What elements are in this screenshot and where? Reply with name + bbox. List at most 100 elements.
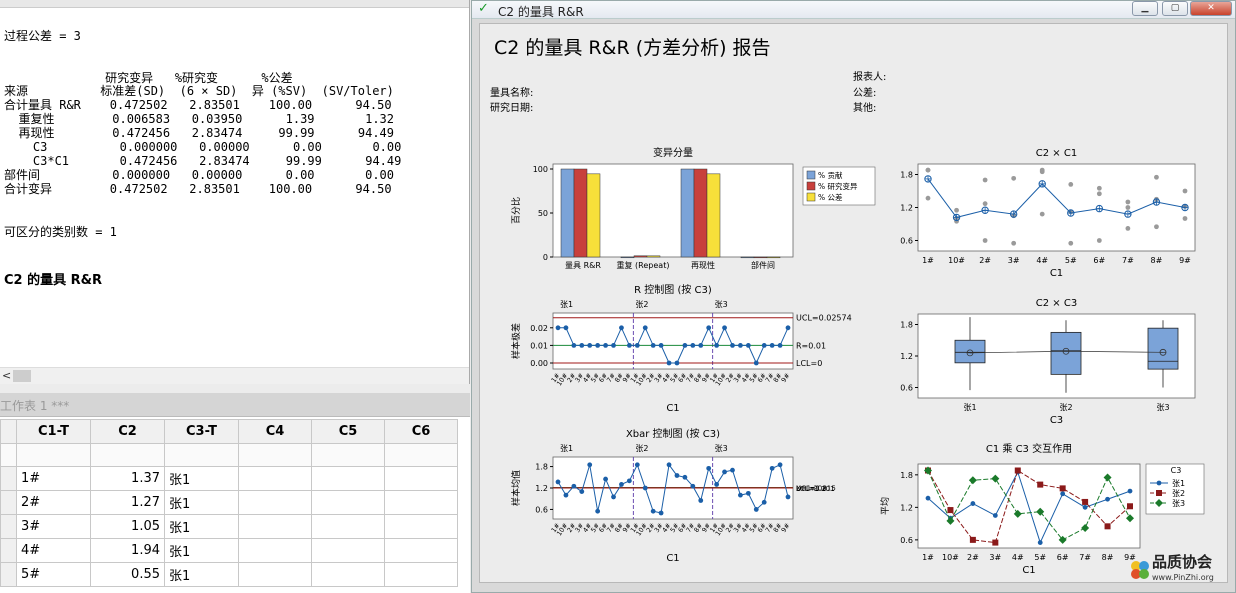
data-point [992,539,999,546]
bar [753,256,768,259]
maximize-button[interactable]: ▢ [1162,1,1188,16]
legend-swatch [806,181,816,191]
individual-point [982,201,988,207]
x-tick-label: 8# [1102,553,1114,562]
data-point [690,343,696,348]
column-header[interactable]: C1-T [16,419,91,444]
cell[interactable]: 4# [16,538,91,563]
bar [766,256,781,259]
y-tick-label: 0.00 [530,359,548,368]
scroll-left-icon[interactable]: < [2,369,11,382]
worksheet-window: 工作表 1 *** C1-T C2 C3-T C4 C5 C6 1# 1.37 … [0,393,470,593]
table-row: 2# 1.27 张1 [0,490,458,515]
data-point [634,462,640,468]
cell[interactable]: 张1 [164,514,239,539]
cell[interactable]: 1.05 [90,514,165,539]
categories-line: 可区分的类别数 = 1 [4,225,117,239]
data-point [714,343,720,348]
data-point [730,467,735,473]
y-tick-label: 0.6 [900,237,913,246]
group-label: 张1 [560,300,573,309]
data-point [1156,480,1162,486]
center-label: R=0.01 [796,341,826,350]
data-point [571,343,577,348]
y-tick-label: 0.6 [900,384,913,393]
session-topbar [0,0,469,8]
column-header[interactable]: C6 [384,419,458,444]
individual-point [1125,226,1131,231]
cell[interactable]: 张1 [164,466,239,491]
x-axis-label: C1 [666,403,679,414]
data-point [642,325,648,331]
graph-window-titlebar[interactable]: ✓ C2 的量具 R&R ▁ ▢ ✕ [472,1,1235,19]
data-point [706,325,712,331]
x-axis-label: C1 [1022,565,1035,576]
cell[interactable]: 0.55 [90,562,165,587]
cell[interactable]: 5# [16,562,91,587]
scroll-thumb[interactable] [13,370,31,382]
data-point [634,343,640,348]
cell[interactable]: 1# [16,466,91,491]
data-point [666,462,672,468]
y-tick-label: 0.6 [535,505,548,514]
table-row: 再现性 0.472456 2.83474 99.99 94.49 [4,126,395,140]
column-header[interactable]: C5 [311,419,385,444]
cell[interactable]: 1.27 [90,490,165,515]
data-point [769,465,775,471]
cell[interactable]: 张1 [164,490,239,515]
y-tick-label: 1.2 [535,484,548,493]
individual-point [1096,191,1102,197]
cell[interactable]: 1.37 [90,466,165,491]
data-point [587,343,593,348]
graph-window: ✓ C2 的量具 R&R ▁ ▢ ✕ C2 的量具 R&R (方差分析) 报告量… [471,0,1236,593]
data-point [579,489,585,494]
cell[interactable]: 1.94 [90,538,165,563]
data-point [690,483,696,489]
table-row: 3# 1.05 张1 [0,514,458,539]
data-point [611,343,616,348]
data-point [1014,467,1021,474]
legend-swatch [806,192,816,202]
legend-entry: 张2 [1172,489,1185,498]
data-point [992,513,998,518]
data-point [722,469,727,475]
x-tick-label: 2# [979,256,991,265]
chart-title: C1 乘 C3 交互作用 [986,442,1072,455]
table-row: 4# 1.94 张1 [0,538,458,563]
x-tick-label: 7# [1079,553,1091,562]
data-point [698,498,704,503]
y-tick-label: 1.8 [900,471,913,480]
y-tick-label: 1.8 [900,321,913,330]
close-button[interactable]: ✕ [1190,1,1232,16]
x-tick-label: 部件间 [751,260,775,270]
data-point [682,343,688,348]
data-point [745,343,751,348]
y-tick-label: 1.2 [900,352,913,361]
cell[interactable]: 张1 [164,538,239,563]
bar [573,168,588,258]
data-point [925,495,931,501]
individual-point [982,238,988,243]
horizontal-scrollbar[interactable]: < [0,367,469,384]
graph-canvas: C2 的量具 R&R (方差分析) 报告 量具名称: 研究日期: 报表人: 公差: 其他:… [479,23,1228,583]
bar [633,255,648,258]
chart-title: R 控制图 (按 C3) [634,283,712,296]
data-point [1059,485,1066,492]
individual-point [1125,199,1131,205]
cell[interactable]: 3# [16,514,91,539]
column-header[interactable]: C2 [90,419,165,444]
data-point [619,482,624,487]
individual-point [1039,167,1045,173]
column-header[interactable]: C3-T [164,419,239,444]
x-axis-label: C1 [666,553,679,564]
column-header[interactable]: C4 [238,419,312,444]
minimize-button[interactable]: ▁ [1132,1,1158,16]
watermark-url: www.PinZhi.org [1152,573,1214,582]
x-tick-label: 7# [1122,256,1134,265]
data-point [563,325,569,331]
data-point [619,325,624,331]
x-tick-label: 量具 R&R [565,261,601,270]
individual-point [1068,240,1074,246]
cell[interactable]: 张1 [164,562,239,587]
cell[interactable]: 2# [16,490,91,515]
